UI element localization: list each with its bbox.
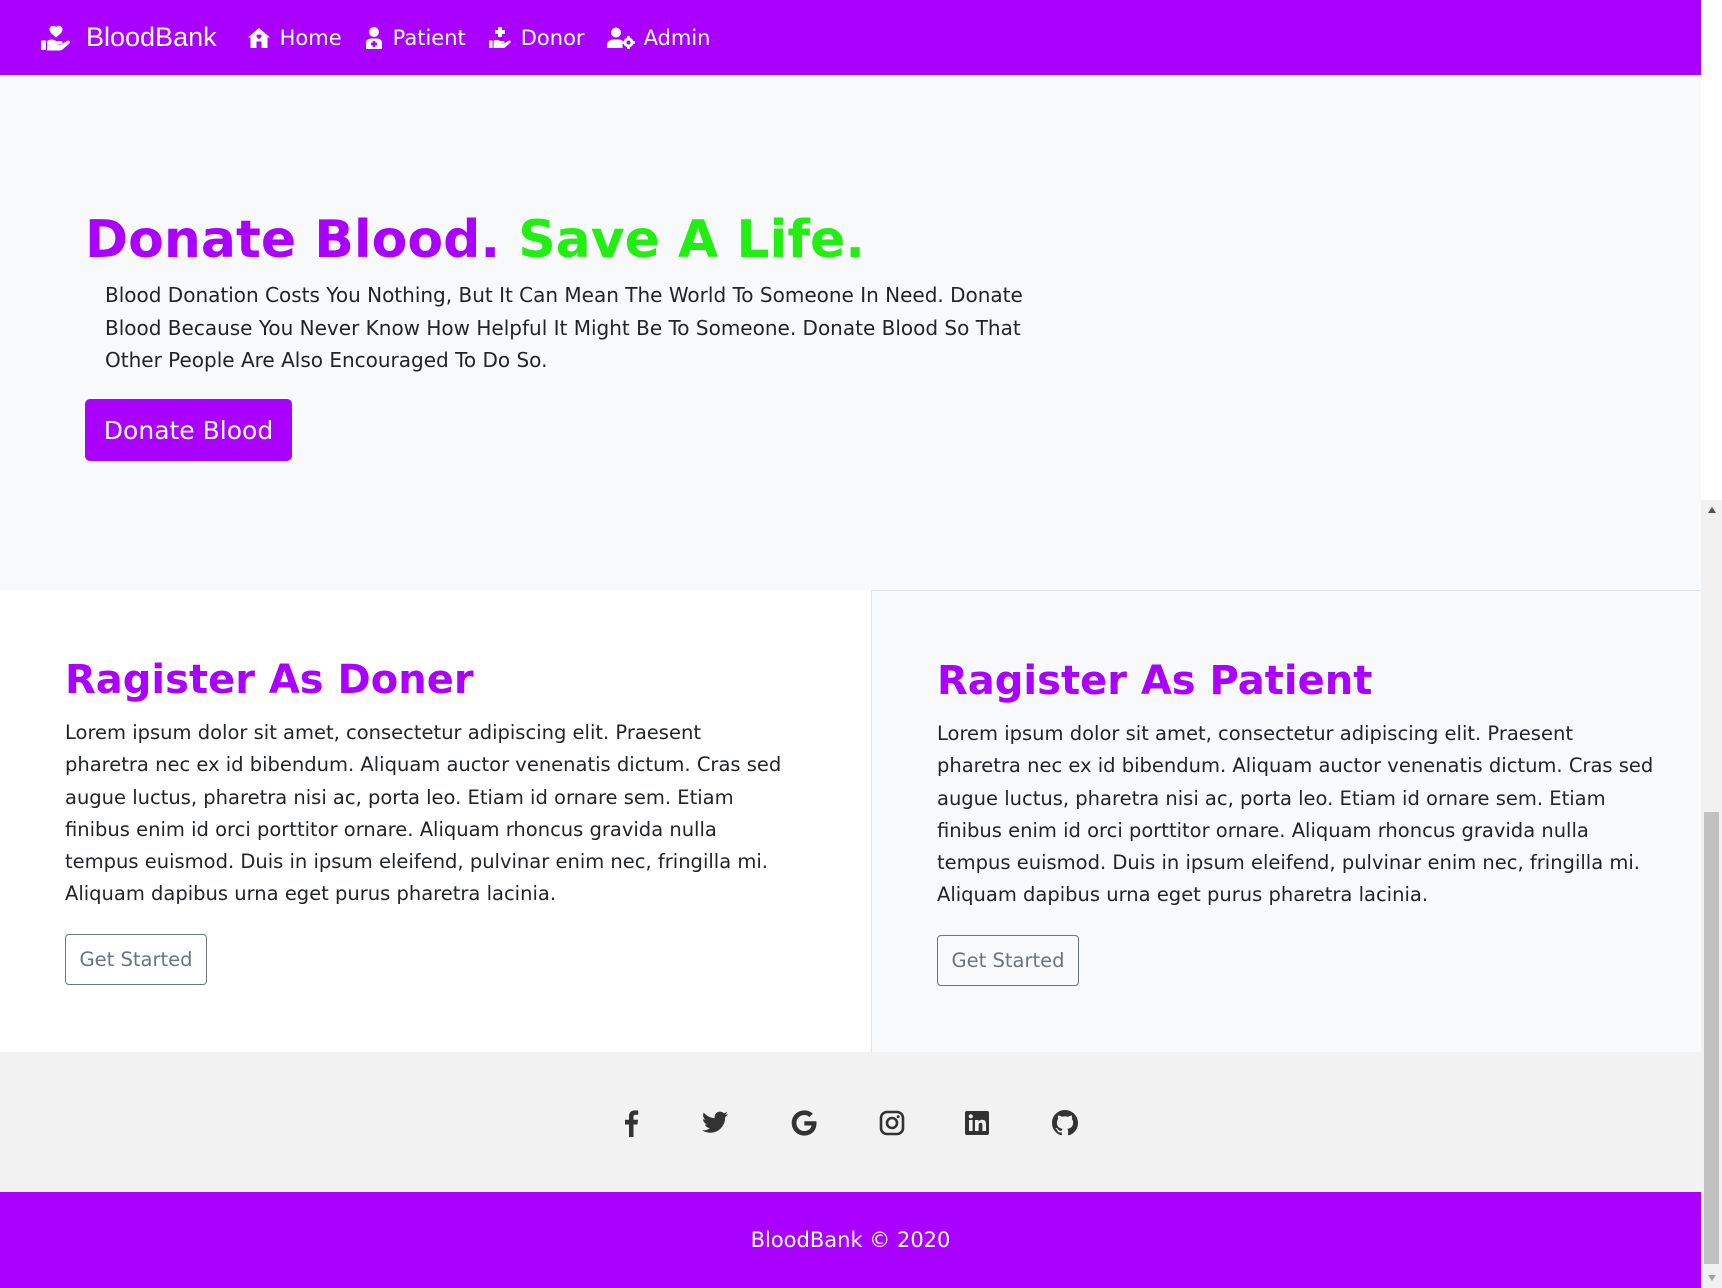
donate-blood-button[interactable]: Donate Blood xyxy=(85,399,292,461)
nav-home[interactable]: Home xyxy=(247,26,342,50)
scroll-down-arrow-icon[interactable] xyxy=(1701,1268,1722,1288)
brand-label: BloodBank xyxy=(86,22,217,52)
footer: BloodBank © 2020 xyxy=(0,1192,1701,1288)
facebook-icon[interactable] xyxy=(616,1108,646,1138)
register-patient-text: Lorem ipsum dolor sit amet, consectetur … xyxy=(937,722,1654,907)
scrollbar[interactable] xyxy=(1701,0,1722,1288)
google-icon[interactable] xyxy=(789,1108,819,1138)
navbar: BloodBank Home Patient Donor Admin xyxy=(0,0,1701,75)
nav-admin[interactable]: Admin xyxy=(606,25,711,50)
page: BloodBank Home Patient Donor Admin Donat… xyxy=(0,0,1701,1288)
register-patient-title: Ragister As Patient xyxy=(937,658,1373,704)
register-donor-card: Ragister As Doner Lorem ipsum dolor sit … xyxy=(0,590,871,1052)
donor-get-started-button[interactable]: Get Started xyxy=(65,934,207,985)
register-patient-card: Ragister As Patient Lorem ipsum dolor si… xyxy=(871,590,1701,1052)
scroll-up-arrow-icon[interactable] xyxy=(1701,500,1722,520)
github-icon[interactable] xyxy=(1050,1108,1080,1138)
nav-donor-label: Donor xyxy=(520,25,585,50)
nav-home-label: Home xyxy=(279,25,342,50)
scroll-track-top xyxy=(1701,0,1722,500)
hero-title-part1: Donate Blood. xyxy=(85,210,501,270)
user-cog-icon xyxy=(606,27,635,49)
nav-links: Home Patient Donor Admin xyxy=(247,26,733,50)
twitter-icon[interactable] xyxy=(700,1108,730,1138)
brand-link[interactable]: BloodBank xyxy=(40,22,217,53)
hero-title-part2: Save A Life. xyxy=(518,210,865,270)
instagram-icon[interactable] xyxy=(877,1108,907,1138)
scroll-thumb[interactable] xyxy=(1704,812,1719,1264)
linkedin-icon[interactable] xyxy=(962,1108,992,1138)
social-bar xyxy=(0,1052,1701,1192)
nav-patient-label: Patient xyxy=(392,25,466,50)
hand-holding-medical-icon xyxy=(488,26,511,48)
patient-icon xyxy=(365,26,382,49)
home-icon xyxy=(247,27,270,48)
register-donor-text: Lorem ipsum dolor sit amet, consectetur … xyxy=(65,721,782,906)
register-section: Ragister As Doner Lorem ipsum dolor sit … xyxy=(0,590,1701,1052)
hero-section: Donate Blood. Save A Life. Blood Donatio… xyxy=(0,75,1701,590)
nav-patient[interactable]: Patient xyxy=(364,26,466,50)
register-donor-title: Ragister As Doner xyxy=(65,657,474,703)
hand-holding-heart-icon xyxy=(41,25,71,50)
nav-donor[interactable]: Donor xyxy=(488,26,585,50)
patient-get-started-button[interactable]: Get Started xyxy=(937,935,1079,986)
hero-title: Donate Blood. Save A Life. xyxy=(85,209,865,271)
footer-copyright: BloodBank © 2020 xyxy=(750,1228,951,1252)
hero-text: Blood Donation Costs You Nothing, But It… xyxy=(105,283,1023,372)
nav-admin-label: Admin xyxy=(643,25,711,50)
